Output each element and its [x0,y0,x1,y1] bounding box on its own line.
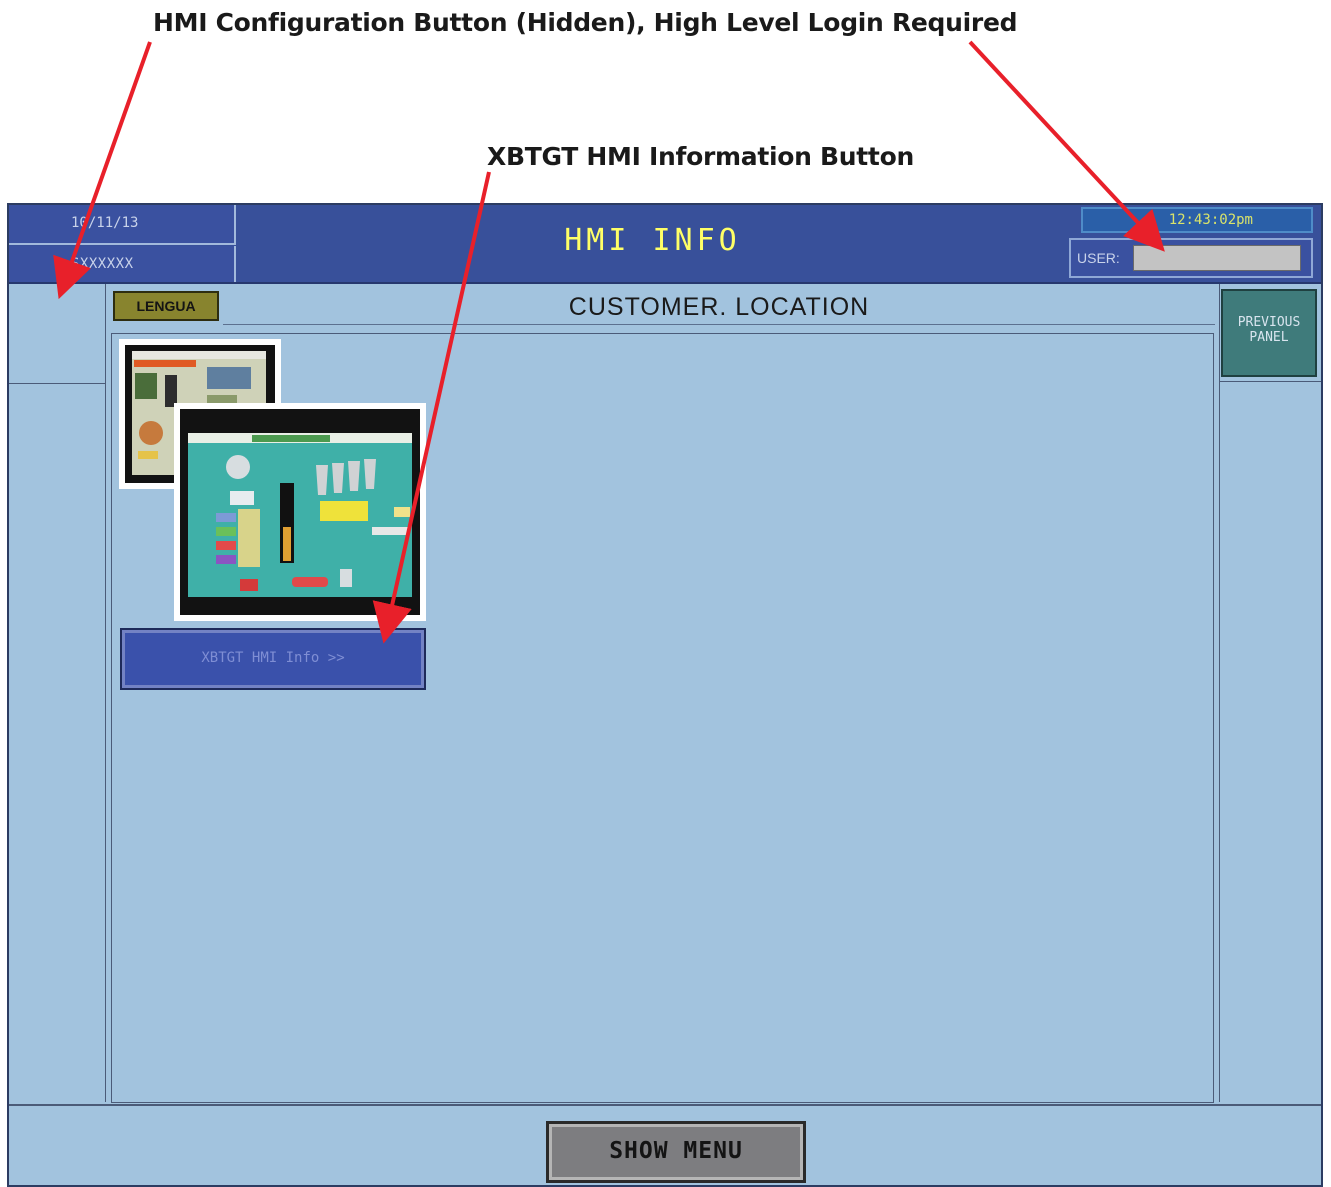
hmi-device-image-front [174,403,426,621]
xbtgt-hmi-info-button[interactable]: XBTGT HMI Info >> [120,628,426,690]
right-sidebar [1219,284,1321,1102]
date-text: 10/11/13 [71,215,139,231]
left-sidebar [9,284,106,1102]
show-menu-button[interactable]: SHOW MENU [546,1121,806,1183]
previous-panel-button[interactable]: PREVIOUS PANEL [1221,289,1317,377]
title-bar: 10/11/13 SXXXXXX HMI INFO 12:43:02pm USE… [9,205,1321,284]
left-sidebar-divider [9,383,105,384]
screen-title: HMI INFO [564,223,741,258]
right-sidebar-divider [1220,381,1321,382]
user-login-area: USER: [1069,238,1313,278]
date-display: 10/11/13 [9,205,236,245]
header-divider [223,324,1215,325]
user-login-field[interactable] [1133,245,1301,271]
clock-display: 12:43:02pm [1081,207,1313,233]
hmi-config-callout: HMI Configuration Button (Hidden), High … [153,8,1018,37]
clock-text: 12:43:02pm [1168,212,1253,228]
customer-location-label: CUSTOMER. LOCATION [568,293,870,321]
hmi-config-hidden-button[interactable]: SXXXXXX [9,246,236,282]
hmi-screen: 10/11/13 SXXXXXX HMI INFO 12:43:02pm USE… [7,203,1323,1187]
user-label: USER: [1077,250,1120,266]
xbtgt-info-callout: XBTGT HMI Information Button [487,142,914,171]
language-button[interactable]: LENGUA [113,291,219,321]
station-id-text: SXXXXXX [71,256,134,272]
footer-divider [9,1104,1321,1106]
